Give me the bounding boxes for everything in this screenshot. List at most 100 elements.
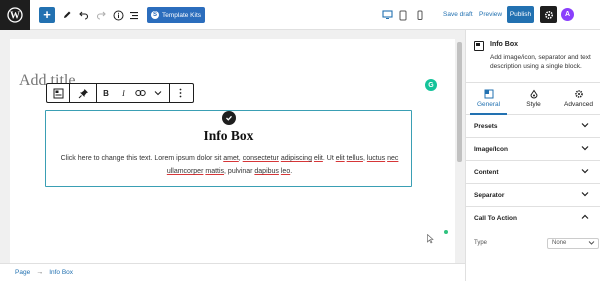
panel-presets-label: Presets — [474, 122, 498, 130]
description-text: Click here to change this text. Lorem ip… — [60, 155, 224, 162]
spellcheck-word: amet — [223, 155, 239, 162]
infobox-icon — [53, 88, 63, 98]
checkmark-icon — [222, 111, 236, 125]
grammarly-icon[interactable]: G — [425, 79, 437, 91]
chevron-down-icon — [154, 91, 161, 96]
chevron-down-icon — [581, 169, 589, 174]
editor-scrollbar[interactable] — [456, 34, 463, 263]
spellcheck-word: leo — [280, 168, 291, 175]
panel-presets[interactable]: Presets — [466, 115, 600, 138]
redo-icon[interactable] — [93, 7, 109, 23]
block-card-title: Info Box — [490, 41, 518, 48]
panel-separator[interactable]: Separator — [466, 184, 600, 207]
spellcheck-word: consectetur — [242, 155, 279, 162]
wordpress-icon[interactable]: W — [0, 0, 30, 30]
settings-button[interactable] — [540, 6, 557, 23]
block-toolbar: B I — [46, 83, 194, 103]
spellcheck-word: tellus — [346, 155, 363, 162]
infobox-block[interactable]: Info Box Click here to change this text.… — [45, 110, 412, 187]
infobox-description[interactable]: Click here to change this text. Lorem ip… — [52, 152, 407, 178]
template-kits-button[interactable]: S Template Kits — [147, 7, 205, 23]
breadcrumb-arrow-icon: → — [36, 269, 44, 276]
spellcheck-word: luctus — [366, 155, 386, 162]
panel-content[interactable]: Content — [466, 161, 600, 184]
link-icon — [135, 90, 146, 96]
description-text: , pulvinar — [224, 168, 255, 175]
list-view-icon[interactable] — [126, 7, 142, 23]
cta-type-value: None — [552, 240, 567, 246]
tablet-preview-icon[interactable] — [395, 7, 411, 23]
infobox-icon — [474, 41, 484, 51]
pin-icon — [78, 88, 88, 98]
astra-button[interactable]: A — [561, 8, 574, 21]
breadcrumb-page[interactable]: Page — [15, 269, 30, 276]
tab-advanced[interactable]: Advanced — [556, 83, 600, 114]
panel-call-to-action[interactable]: Call To Action — [466, 207, 600, 230]
settings-sidebar: Info Box Add image/icon, separator and t… — [465, 30, 600, 281]
chevron-down-icon — [581, 146, 589, 151]
cta-type-select[interactable]: None — [547, 238, 599, 249]
options-button[interactable] — [170, 84, 190, 102]
block-type-button[interactable] — [47, 84, 69, 102]
tab-general[interactable]: General — [466, 83, 511, 115]
info-icon[interactable] — [110, 7, 126, 23]
mouse-cursor-icon — [427, 234, 434, 244]
chevron-up-icon — [581, 214, 589, 219]
style-icon — [529, 89, 539, 99]
pencil-icon[interactable] — [59, 7, 75, 23]
mobile-preview-icon[interactable] — [412, 7, 428, 23]
undo-icon[interactable] — [76, 7, 92, 23]
link-button[interactable] — [132, 84, 149, 102]
template-kits-icon: S — [151, 11, 159, 19]
panel-image-icon[interactable]: Image/Icon — [466, 138, 600, 161]
spellcheck-word: elit — [313, 155, 323, 162]
panel-content-label: Content — [474, 168, 499, 176]
panel-separator-label: Separator — [474, 191, 505, 199]
tab-style[interactable]: Style — [511, 83, 556, 114]
block-card-description: Add image/icon, separator and text descr… — [490, 54, 591, 70]
publish-button[interactable]: Publish — [507, 6, 534, 23]
editor-canvas[interactable]: Add title G Info Box Click here to chang… — [10, 39, 455, 263]
chevron-down-icon — [581, 192, 589, 197]
more-formatting-button[interactable] — [149, 84, 166, 102]
panel-call-to-action-label: Call To Action — [474, 215, 517, 222]
template-kits-label: Template Kits — [162, 11, 202, 19]
breadcrumb-infobox[interactable]: Info Box — [49, 269, 73, 276]
bold-button[interactable]: B — [97, 84, 115, 102]
desktop-preview-icon[interactable] — [379, 7, 395, 23]
description-text: . — [290, 168, 293, 175]
preview-link[interactable]: Preview — [479, 11, 502, 18]
infobox-title[interactable]: Info Box — [46, 128, 411, 144]
more-vertical-icon — [179, 88, 181, 98]
spellcheck-word: dapibus — [254, 168, 279, 175]
cta-type-label: Type — [474, 240, 488, 246]
drag-button[interactable] — [70, 84, 96, 102]
svg-text:W: W — [10, 11, 20, 22]
tab-general-label: General — [476, 101, 501, 108]
add-block-button[interactable]: + — [39, 7, 55, 23]
italic-button[interactable]: I — [115, 84, 132, 102]
advanced-icon — [574, 89, 584, 99]
panel-image-icon-label: Image/Icon — [474, 145, 508, 153]
top-toolbar: W + S Template Kits Save draft Preview P… — [0, 0, 600, 30]
status-dot — [444, 230, 448, 234]
gear-icon — [544, 10, 553, 19]
description-text: . Ut — [322, 155, 336, 162]
scrollbar-thumb[interactable] — [457, 42, 462, 162]
breadcrumb: Page → Info Box — [0, 263, 465, 281]
spellcheck-word: elit — [335, 155, 345, 162]
spellcheck-word: adipiscing — [280, 155, 312, 162]
spellcheck-word: mattis — [205, 168, 225, 175]
general-icon — [484, 89, 494, 99]
chevron-down-icon — [588, 241, 595, 245]
tab-style-label: Style — [526, 101, 541, 108]
chevron-down-icon — [581, 123, 589, 128]
sidebar-tabs: General Style Advanced — [466, 82, 600, 115]
cta-type-row: Type None — [474, 238, 599, 249]
tab-advanced-label: Advanced — [564, 101, 593, 108]
spellcheck-word: nec — [387, 155, 399, 162]
spellcheck-word: ullamcorper — [166, 168, 204, 175]
block-card: Info Box Add image/icon, separator and t… — [466, 30, 600, 82]
editor-area: Add title G Info Box Click here to chang… — [0, 30, 465, 263]
save-draft-link[interactable]: Save draft — [443, 11, 473, 18]
